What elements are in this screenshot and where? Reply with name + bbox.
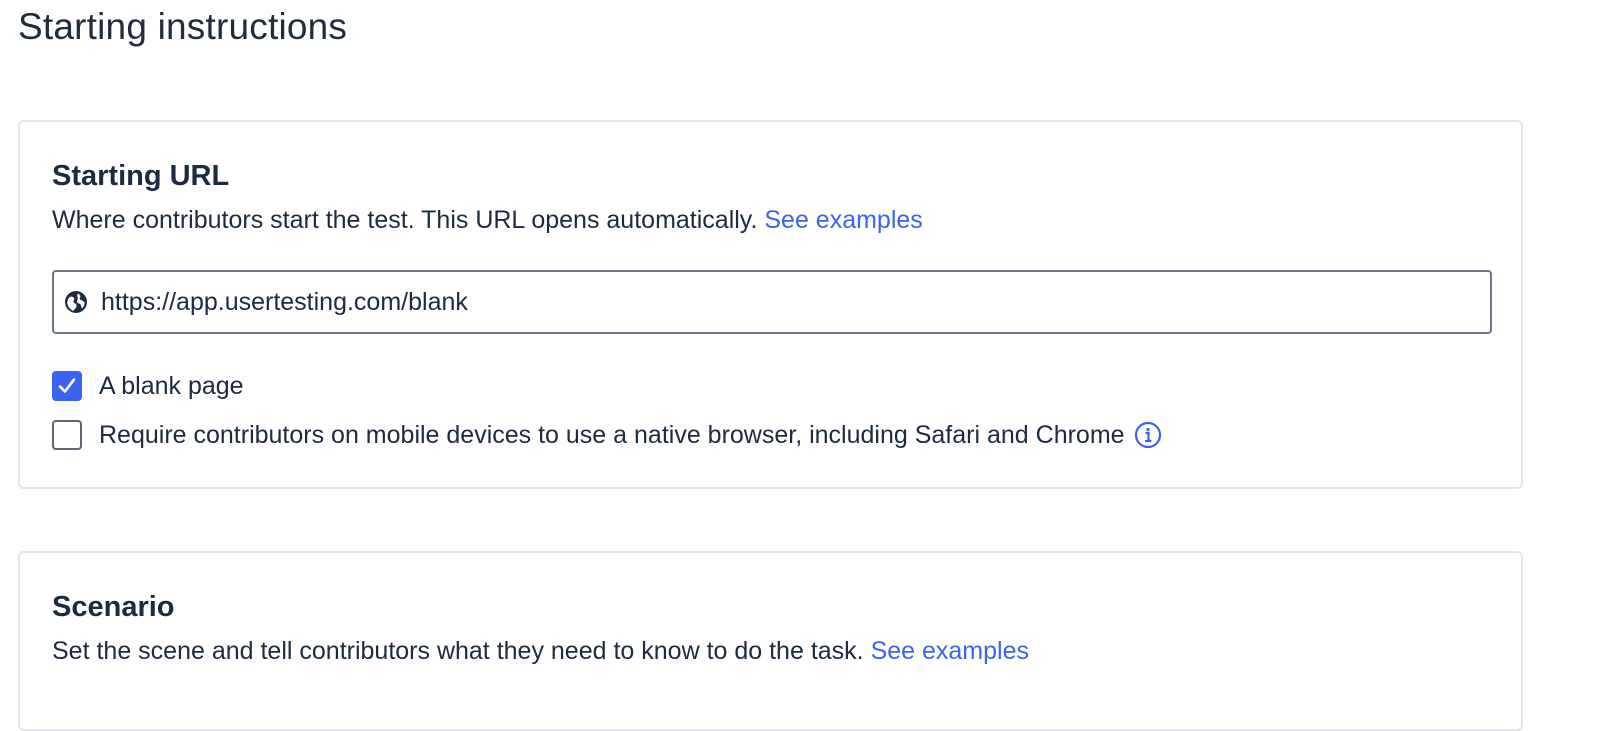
scenario-heading: Scenario [52,591,175,623]
native-browser-option[interactable]: Require contributors on mobile devices t… [52,420,1162,450]
native-browser-checkbox[interactable] [52,420,82,450]
starting-url-description: Where contributors start the test. This … [52,206,923,235]
page-title: Starting instructions [18,6,348,47]
native-browser-label: Require contributors on mobile devices t… [99,420,1125,449]
scenario-description: Set the scene and tell contributors what… [52,637,1029,666]
starting-url-input[interactable] [101,287,1478,317]
globe-icon [63,289,89,315]
blank-page-label: A blank page [99,371,244,400]
scenario-card: Scenario Set the scene and tell contribu… [18,551,1523,731]
starting-url-field[interactable] [52,270,1492,334]
starting-url-description-text: Where contributors start the test. This … [52,206,758,234]
starting-url-heading: Starting URL [52,160,230,192]
checkmark-icon [58,378,76,393]
blank-page-checkbox[interactable] [52,371,82,401]
info-icon[interactable] [1134,421,1162,449]
starting-url-see-examples-link[interactable]: See examples [764,206,922,234]
scenario-description-text: Set the scene and tell contributors what… [52,637,864,665]
blank-page-option[interactable]: A blank page [52,371,244,401]
scenario-see-examples-link[interactable]: See examples [871,637,1029,665]
starting-url-card: Starting URL Where contributors start th… [18,120,1523,489]
